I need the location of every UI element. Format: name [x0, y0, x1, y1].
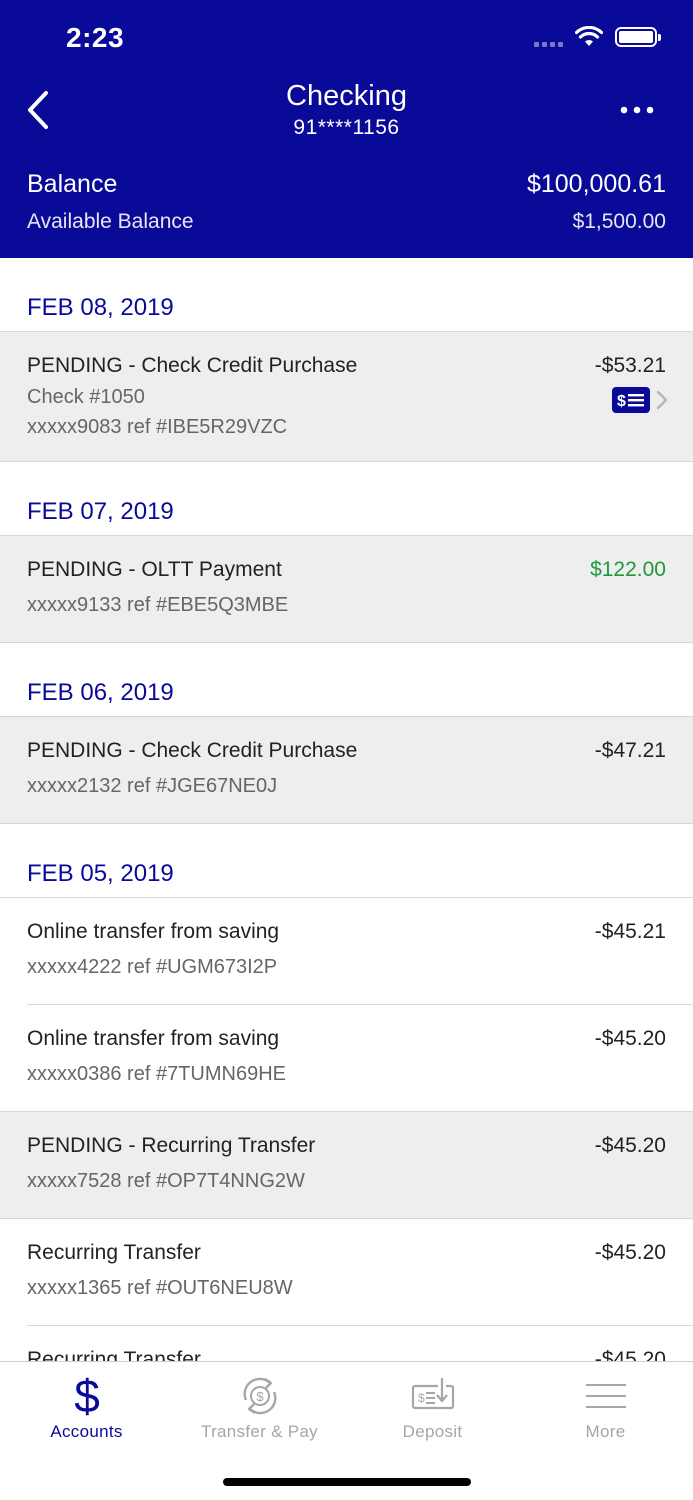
account-number: 91****1156	[293, 116, 400, 139]
transaction-row[interactable]: PENDING - OLTT Payment xxxxx9133 ref #EB…	[0, 536, 693, 643]
status-icons	[534, 26, 661, 48]
check-image-icon: $	[612, 387, 650, 413]
deposit-check-icon: $	[411, 1378, 454, 1410]
page-title: Checking	[286, 80, 407, 112]
transaction-description: Recurring Transfer	[27, 1348, 201, 1361]
svg-text:$: $	[617, 393, 626, 410]
tab-label: Deposit	[402, 1422, 463, 1441]
transaction-reference: xxxxx9133 ref #EBE5Q3MBE	[27, 594, 289, 616]
transaction-description: Online transfer from saving	[27, 920, 280, 943]
tab-label: Transfer & Pay	[201, 1422, 318, 1441]
ellipsis-icon	[620, 106, 654, 114]
more-options-button[interactable]	[611, 92, 663, 128]
transaction-amount: -$45.20	[594, 1134, 666, 1157]
balance-value: $100,000.61	[526, 170, 666, 198]
svg-text:$: $	[74, 1370, 100, 1422]
transfer-pay-icon: $	[243, 1377, 276, 1415]
check-number: Check #1050	[27, 386, 145, 408]
available-balance-label: Available Balance	[27, 210, 194, 233]
transaction-row[interactable]: Recurring Transfer xxxxx1365 ref #OUT6NE…	[0, 1219, 693, 1326]
tab-label: Accounts	[50, 1422, 123, 1441]
transaction-description: Online transfer from saving	[27, 1027, 280, 1050]
tab-more[interactable]: More	[519, 1362, 692, 1462]
menu-icon	[585, 1384, 626, 1408]
transaction-amount: $122.00	[590, 558, 666, 581]
transaction-amount: -$45.21	[594, 920, 666, 943]
date-label: FEB 06, 2019	[27, 679, 174, 706]
transaction-description: PENDING - Check Credit Purchase	[27, 354, 358, 377]
tab-deposit[interactable]: $ Deposit	[346, 1362, 519, 1462]
date-label: FEB 08, 2019	[27, 294, 174, 321]
battery-icon	[615, 27, 661, 47]
date-header: FEB 05, 2019	[0, 824, 693, 898]
transaction-amount: -$53.21	[594, 354, 666, 377]
transaction-list[interactable]: FEB 08, 2019 PENDING - Check Credit Purc…	[0, 258, 693, 1361]
svg-text:$: $	[256, 1389, 264, 1404]
date-header: FEB 08, 2019	[0, 258, 693, 332]
transaction-reference: xxxxx2132 ref #JGE67NE0J	[27, 775, 278, 797]
transaction-reference: xxxxx4222 ref #UGM673I2P	[27, 956, 278, 978]
transaction-amount: -$45.20	[594, 1348, 666, 1361]
date-header: FEB 07, 2019	[0, 462, 693, 536]
chevron-right-icon	[656, 390, 668, 410]
transaction-row[interactable]: Online transfer from saving xxxxx0386 re…	[0, 1005, 693, 1112]
transaction-row[interactable]: Recurring Transfer -$45.20	[0, 1326, 693, 1361]
tab-label: More	[585, 1422, 626, 1441]
transaction-row[interactable]: Online transfer from saving xxxxx4222 re…	[0, 898, 693, 1005]
date-label: FEB 05, 2019	[27, 860, 174, 887]
transaction-reference: xxxxx0386 ref #7TUMN69HE	[27, 1063, 286, 1085]
available-balance-value: $1,500.00	[572, 210, 666, 233]
status-time: 2:23	[66, 22, 125, 53]
transaction-amount: -$45.20	[594, 1241, 666, 1264]
cellular-signal-icon	[534, 27, 563, 47]
account-header: 2:23 Checking 91****1156 Balance $100,00…	[0, 0, 693, 258]
tab-transfer-pay[interactable]: $ Transfer & Pay	[173, 1362, 346, 1462]
transaction-reference: xxxxx9083 ref #IBE5R29VZC	[27, 416, 288, 438]
date-header: FEB 06, 2019	[0, 643, 693, 717]
transaction-description: Recurring Transfer	[27, 1241, 201, 1264]
transaction-row[interactable]: PENDING - Check Credit Purchase Check #1…	[0, 332, 693, 462]
transaction-description: PENDING - Recurring Transfer	[27, 1134, 316, 1157]
transaction-reference: xxxxx1365 ref #OUT6NEU8W	[27, 1277, 293, 1299]
transaction-description: PENDING - Check Credit Purchase	[27, 739, 358, 762]
transaction-row[interactable]: PENDING - Check Credit Purchase xxxxx213…	[0, 717, 693, 824]
transaction-row[interactable]: PENDING - Recurring Transfer xxxxx7528 r…	[0, 1112, 693, 1219]
transaction-amount: -$45.20	[594, 1027, 666, 1050]
transaction-description: PENDING - OLTT Payment	[27, 558, 282, 581]
transaction-amount: -$47.21	[594, 739, 666, 762]
wifi-icon	[575, 26, 603, 46]
date-label: FEB 07, 2019	[27, 498, 174, 525]
balance-label: Balance	[27, 170, 118, 198]
tab-accounts[interactable]: $ Accounts	[0, 1362, 173, 1462]
view-check-image-button[interactable]: $	[612, 387, 668, 413]
dollar-icon: $	[74, 1370, 100, 1422]
svg-text:$: $	[418, 1391, 425, 1405]
home-indicator	[223, 1478, 471, 1486]
transaction-reference: xxxxx7528 ref #OP7T4NNG2W	[27, 1170, 305, 1192]
